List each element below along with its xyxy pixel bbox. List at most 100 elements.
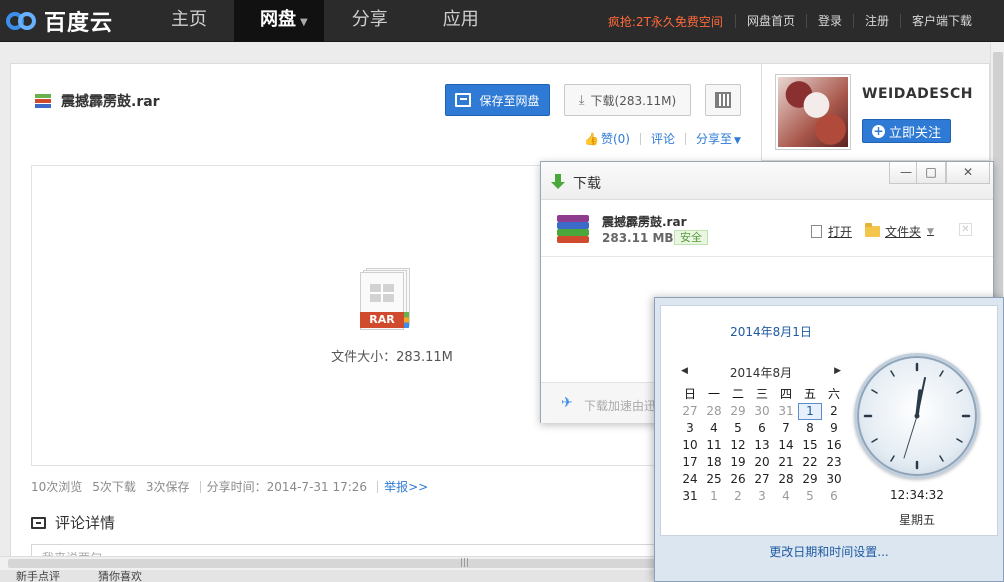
calendar-day[interactable]: 5	[726, 420, 750, 437]
calendar-day[interactable]: 31	[774, 403, 798, 420]
calendar-day[interactable]: 31	[678, 488, 702, 505]
full-date-link[interactable]: 2014年8月1日	[661, 323, 881, 340]
calendar-day[interactable]: 3	[678, 420, 702, 437]
comment-link[interactable]: 评论	[651, 130, 675, 147]
winrar-file-icon	[557, 215, 589, 243]
save-to-netdisk-button[interactable]: 保存至网盘	[445, 84, 550, 116]
promo-link[interactable]: 疯抢:2T永久免费空间	[608, 13, 735, 30]
logo-text: 百度云	[44, 11, 114, 36]
calendar-day[interactable]: 24	[678, 471, 702, 488]
calendar-day[interactable]: 23	[822, 454, 846, 471]
link-netdisk-home[interactable]: 网盘首页	[734, 14, 806, 28]
plus-icon: +	[871, 123, 885, 138]
calendar-day[interactable]: 26	[726, 471, 750, 488]
status-right[interactable]: 猜你喜欢	[98, 570, 142, 582]
calendar-day[interactable]: 18	[702, 454, 726, 471]
calendar-day[interactable]: 30	[822, 471, 846, 488]
follow-button[interactable]: + 立即关注	[862, 119, 951, 143]
avatar[interactable]	[775, 74, 851, 150]
share-to-dropdown[interactable]: 分享至 ▼	[696, 130, 741, 147]
calendar-day[interactable]: 27	[750, 471, 774, 488]
accelerate-text[interactable]: 下载加速由迅	[584, 397, 656, 414]
calendar-day[interactable]: 1	[702, 488, 726, 505]
remove-item-icon[interactable]: ✕	[959, 223, 972, 236]
calendar-week: 31 1 2 3 4 5 6	[678, 488, 846, 505]
analog-clock-icon	[854, 353, 980, 479]
calendar-day[interactable]: 7	[774, 420, 798, 437]
like-button[interactable]: 👍 赞(0)	[584, 130, 630, 147]
top-navigation-bar: 百度云 主页 网盘 ▼ 分享 应用 疯抢:2T永久免费空间 网盘首页 登录 注册 …	[0, 0, 1004, 42]
calendar-day[interactable]: 14	[774, 437, 798, 454]
calendar-day[interactable]: 9	[822, 420, 846, 437]
calendar-day[interactable]: 27	[678, 403, 702, 420]
change-datetime-link[interactable]: 更改日期和时间设置...	[655, 543, 1003, 560]
status-left[interactable]: 新手点评	[16, 570, 60, 582]
download-file-name: 震撼霹雳鼓.rar	[602, 215, 687, 229]
nav-home[interactable]: 主页	[144, 0, 234, 42]
month-navigator: ◀ 2014年8月 ▶	[681, 364, 841, 381]
calendar-day[interactable]: 12	[726, 437, 750, 454]
rar-archive-icon: RAR	[360, 268, 412, 330]
calendar-day[interactable]: 6	[822, 488, 846, 505]
calendar-day[interactable]: 10	[678, 437, 702, 454]
chevron-down-icon: ▼	[300, 17, 308, 28]
nav-apps[interactable]: 应用	[416, 0, 506, 42]
calendar-day[interactable]: 15	[798, 437, 822, 454]
like-label: 赞(0)	[600, 132, 630, 146]
document-icon	[811, 225, 822, 238]
calendar-day[interactable]: 19	[726, 454, 750, 471]
calendar-day[interactable]: 28	[702, 403, 726, 420]
calendar-day[interactable]: 16	[822, 437, 846, 454]
month-label[interactable]: 2014年8月	[730, 364, 792, 381]
close-button[interactable]: ✕	[946, 162, 990, 184]
username[interactable]: WEIDADESCH	[862, 86, 973, 102]
calendar-day[interactable]: 5	[798, 488, 822, 505]
calendar-day[interactable]: 29	[726, 403, 750, 420]
download-window-titlebar[interactable]: 下载 — □ ✕	[541, 162, 993, 200]
open-file-link[interactable]: 打开	[811, 223, 852, 240]
divider	[199, 480, 201, 493]
download-icon: ⤓	[578, 92, 585, 108]
calendar-day[interactable]: 17	[678, 454, 702, 471]
maximize-button[interactable]: □	[916, 162, 946, 184]
weekday: 四	[779, 387, 792, 401]
calendar-day[interactable]: 22	[798, 454, 822, 471]
link-client-download[interactable]: 客户端下载	[899, 14, 1004, 28]
weekday: 一	[707, 387, 720, 401]
calendar-day[interactable]: 8	[798, 420, 822, 437]
calendar-day[interactable]: 13	[750, 437, 774, 454]
calendar-day[interactable]: 20	[750, 454, 774, 471]
divider	[684, 132, 686, 145]
calendar-day[interactable]: 29	[798, 471, 822, 488]
link-register[interactable]: 注册	[852, 14, 900, 28]
nav-share[interactable]: 分享	[324, 0, 416, 42]
clock-weekday: 星期五	[898, 513, 935, 527]
prev-month-icon[interactable]: ◀	[681, 364, 688, 381]
calendar-day[interactable]: 28	[774, 471, 798, 488]
calendar-day[interactable]: 4	[702, 420, 726, 437]
calendar-day[interactable]: 21	[774, 454, 798, 471]
calendar-day[interactable]: 2	[726, 488, 750, 505]
calendar-day[interactable]: 25	[702, 471, 726, 488]
open-folder-link[interactable]: 文件夹 ▼	[865, 223, 934, 240]
clock-time: 12:34:32	[890, 488, 944, 502]
calendar-day[interactable]: 6	[750, 420, 774, 437]
calendar-day[interactable]: 30	[750, 403, 774, 420]
divider	[377, 480, 379, 493]
open-label: 打开	[828, 225, 853, 239]
calendar-day[interactable]: 4	[774, 488, 798, 505]
download-count: 5次下载	[92, 480, 136, 494]
next-month-icon[interactable]: ▶	[834, 364, 841, 381]
link-login[interactable]: 登录	[805, 14, 853, 28]
calendar-day[interactable]: 3	[750, 488, 774, 505]
calendar-day-today[interactable]: 1	[798, 403, 822, 420]
qrcode-button[interactable]	[705, 84, 741, 116]
system-clock-popup: 2014年8月1日 ◀ 2014年8月 ▶ 日 一 二 三 四 五 六 27 2…	[654, 297, 1004, 582]
report-link[interactable]: 举报>>	[384, 478, 428, 495]
download-button[interactable]: ⤓ 下载(283.11M)	[564, 84, 691, 116]
nav-netdisk[interactable]: 网盘 ▼	[234, 0, 324, 42]
chevron-down-icon[interactable]: ▼	[927, 227, 934, 237]
baidu-cloud-logo[interactable]: 百度云	[6, 6, 113, 36]
calendar-day[interactable]: 11	[702, 437, 726, 454]
calendar-day[interactable]: 2	[822, 403, 846, 420]
